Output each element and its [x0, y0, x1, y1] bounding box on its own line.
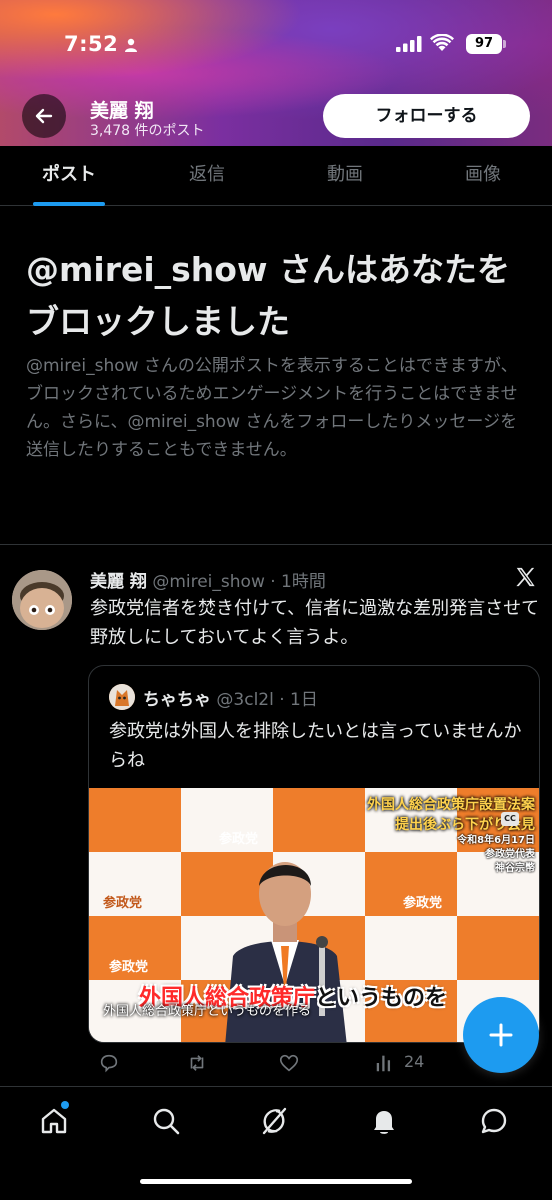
blocked-title: @mirei_show さんはあなたをブロックしました [26, 250, 510, 341]
tab-images[interactable]: 画像 [414, 146, 552, 205]
caption-date: 令和8年6月17日 [457, 835, 535, 846]
backdrop-tile [457, 916, 539, 980]
wifi-icon [430, 34, 454, 51]
tab-replies[interactable]: 返信 [138, 146, 276, 205]
cellular-signal-icon [396, 36, 422, 52]
backdrop-label: 参政党 [109, 960, 149, 975]
reply-icon[interactable] [98, 1052, 120, 1074]
closed-captions-icon[interactable]: CC [501, 812, 519, 826]
tweet-header: 美麗 翔 @mirei_show · 1時間 [90, 567, 326, 592]
tweet-text: 参政党信者を焚き付けて、信者に過激な差別発言させて野放しにしておいてよく言うよ。 [90, 598, 540, 648]
caption-title: 外国人総合政策庁設置法案 [367, 797, 535, 813]
video-caption: 外国人総合政策庁設置法案 提出後ぶら下がり会見 令和8年6月17日 参政党代表 … [367, 794, 535, 876]
back-arrow-icon [35, 108, 53, 124]
caption-role: 参政党代表 [485, 849, 535, 860]
tab-videos[interactable]: 動画 [276, 146, 414, 205]
home-indicator [140, 1179, 412, 1184]
battery-cap [503, 40, 506, 48]
grok-icon[interactable] [258, 1105, 290, 1137]
backdrop-label: 参政党 [403, 896, 443, 911]
quote-header: ちゃちゃ @3cl2l · 1日 [143, 685, 318, 710]
quote-tweet[interactable]: ちゃちゃ @3cl2l · 1日 参政党は外国人を排除したいとは言っていませんか… [88, 665, 540, 1043]
blocked-description: @mirei_show さんの公開ポストを表示することはできますが、ブロックされ… [26, 356, 518, 460]
post-count: 3,478 件のポスト [90, 123, 205, 139]
video-thumbnail[interactable]: 参政党 参政党 参政党 参政党 外国人総合政策庁設置法案 提出後ぶら下がり会見 … [89, 788, 539, 1042]
battery-indicator: 97 [466, 34, 502, 54]
avatar-image [12, 570, 72, 630]
status-time: 7:52 [64, 32, 119, 56]
backdrop-tile [89, 788, 181, 852]
divider [0, 544, 552, 545]
profile-name: 美麗 翔 [90, 100, 154, 122]
views-icon[interactable] [374, 1052, 396, 1074]
video-subtitle-small: 外国人総合政策庁というものを作る [103, 1004, 312, 1019]
backdrop-label: 参政党 [103, 896, 143, 911]
compose-button[interactable] [463, 997, 539, 1073]
profile-header: 7:52 97 美麗 翔 3,478 件のポスト フォローする [0, 0, 552, 146]
person-status-icon [125, 38, 137, 52]
tweet-author-name[interactable]: 美麗 翔 [90, 572, 147, 592]
subtitle-rest: というものを [315, 986, 448, 1011]
notifications-icon[interactable] [368, 1105, 400, 1137]
tweet-handle-time: @mirei_show · 1時間 [152, 572, 326, 592]
quote-avatar [109, 684, 135, 710]
tab-posts[interactable]: ポスト [0, 146, 138, 205]
home-notification-dot [61, 1101, 69, 1109]
x-logo-icon [516, 567, 535, 587]
views-count: 24 [404, 1052, 425, 1071]
backdrop-tile [365, 916, 457, 980]
quote-author-name: ちゃちゃ [143, 690, 211, 710]
caption-person: 神谷宗幣 [495, 863, 535, 874]
bottom-navigation [0, 1086, 552, 1200]
compose-plus-icon [489, 1023, 513, 1047]
profile-tabs: ポスト 返信 動画 画像 [0, 146, 552, 206]
follow-button[interactable]: フォローする [323, 94, 530, 138]
status-bar: 7:52 97 [0, 30, 552, 62]
like-icon[interactable] [278, 1052, 300, 1074]
search-icon[interactable] [150, 1105, 182, 1137]
quote-handle-time: @3cl2l · 1日 [216, 690, 318, 710]
messages-icon[interactable] [478, 1105, 510, 1137]
repost-icon[interactable] [186, 1052, 208, 1074]
home-icon[interactable] [38, 1105, 70, 1137]
quote-avatar-image [109, 684, 135, 710]
quote-text: 参政党は外国人を排除したいとは言っていませんからね [109, 721, 522, 771]
avatar[interactable] [12, 570, 72, 630]
back-button[interactable] [22, 94, 66, 138]
